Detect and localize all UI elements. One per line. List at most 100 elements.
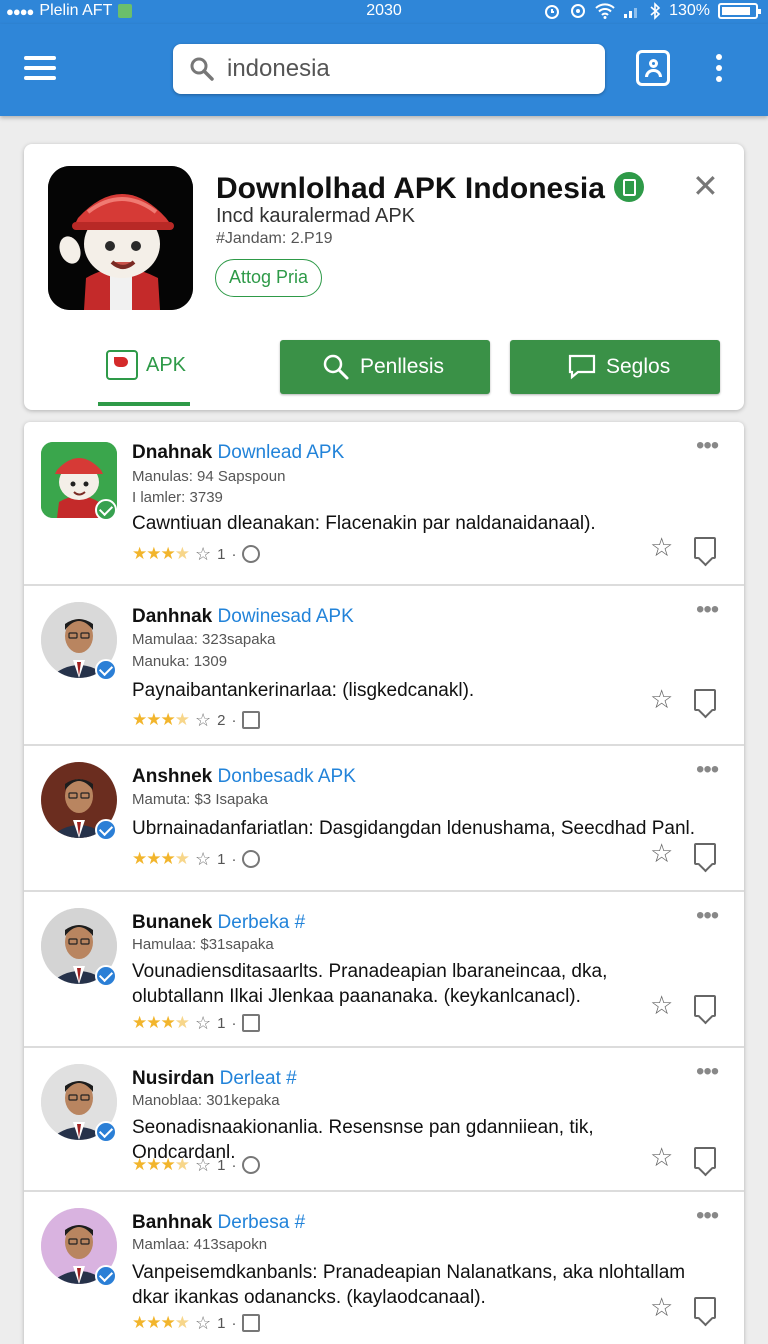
list-item[interactable]: Bunanek Derbeka # Hamulaa: $31sapaka Vouna…	[24, 892, 744, 1048]
magnifier-icon	[323, 354, 349, 380]
image-icon[interactable]	[242, 1314, 261, 1332]
item-meta: Manulas: 94 Sapspoun	[132, 468, 286, 485]
star-outline-icon[interactable]: ☆	[195, 1013, 211, 1034]
status-bar: ●●●● Plelin AFT 2030 130%	[0, 0, 768, 24]
item-stats: ★★★★ ☆ 1 ·	[132, 848, 261, 870]
category-chip[interactable]: Attog Pria	[215, 259, 323, 297]
favorite-icon[interactable]: ☆	[650, 1294, 673, 1320]
rating-stars-icon: ★★★★	[132, 1313, 190, 1332]
overflow-menu-icon[interactable]	[716, 54, 726, 87]
item-title: Nusirdan Derleat #	[132, 1068, 297, 1090]
bookmark-icon[interactable]	[694, 995, 716, 1017]
author-name[interactable]: Danhnak	[132, 606, 212, 627]
star-outline-icon[interactable]: ☆	[195, 849, 211, 870]
favorite-icon[interactable]: ☆	[650, 840, 673, 866]
item-title: Bunanek Derbeka #	[132, 912, 305, 934]
item-meta-secondary: Manuka: 1309	[132, 653, 228, 670]
list-item[interactable]: Nusirdan Derleat # Manoblaa: 301kepaka Seo…	[24, 1048, 744, 1192]
separator-dot: ·	[231, 1314, 237, 1332]
bookmark-icon[interactable]	[694, 1147, 716, 1169]
list-item[interactable]: Banhnak Derbesa # Mamlaa: 413sapokn Vanpei…	[24, 1192, 744, 1344]
favorite-icon[interactable]: ☆	[650, 992, 673, 1018]
item-link[interactable]: Donbesadk APK	[218, 766, 356, 787]
bookmark-icon[interactable]	[694, 689, 716, 711]
author-name[interactable]: Nusirdan	[132, 1068, 214, 1089]
battery-percent: 130%	[669, 2, 710, 19]
menu-icon[interactable]	[24, 56, 56, 80]
search-input[interactable]	[227, 55, 587, 83]
item-title: Banhnak Derbesa #	[132, 1212, 305, 1234]
item-title: Danhnak Dowinesad APK	[132, 606, 354, 628]
item-link[interactable]: Derleat #	[220, 1068, 297, 1089]
item-description: Cawntiuan dleanakan: Flacenakin par nald…	[132, 513, 596, 534]
favorite-icon[interactable]: ☆	[650, 534, 673, 560]
app-header-card: Downlolhad APK Indonesia ✕ Incd kauraler…	[24, 144, 744, 410]
item-stats: ★★★★ ☆ 2 ·	[132, 709, 261, 731]
tab-apk[interactable]: APK	[98, 340, 192, 408]
item-stats: ★★★★ ☆ 1 ·	[132, 543, 261, 565]
verified-check-icon	[95, 659, 117, 681]
item-description: Vounadiensditasaarlts. Pranadeapian lbar…	[132, 961, 608, 1007]
item-description: Paynaibantankerinarlaa: (lisgkedcanakl).	[132, 680, 475, 701]
list-item[interactable]: Anshnek Donbesadk APK Mamuta: $3 Isapaka U…	[24, 746, 744, 892]
search-button[interactable]: Penllesis	[280, 340, 490, 394]
author-name[interactable]: Dnahnak	[132, 442, 212, 463]
star-outline-icon[interactable]: ☆	[195, 1313, 211, 1334]
item-link[interactable]: Derbeka #	[218, 912, 306, 933]
wifi-icon	[595, 3, 615, 19]
close-icon[interactable]: ✕	[692, 170, 719, 202]
active-tab-indicator	[98, 402, 190, 406]
item-stats: ★★★★ ☆ 1 ·	[132, 1154, 261, 1176]
verified-check-icon	[95, 965, 117, 987]
image-icon[interactable]	[242, 1014, 261, 1032]
more-options-icon[interactable]: •••	[696, 434, 719, 458]
tab-apk-label: APK	[146, 354, 187, 376]
account-icon[interactable]	[636, 50, 670, 86]
share-icon[interactable]	[694, 1297, 716, 1319]
app-meta: #Jandam: 2.P19	[216, 230, 333, 247]
chat-button[interactable]: Seglos	[510, 340, 720, 394]
more-options-icon[interactable]: •••	[696, 598, 719, 622]
separator-dot: ·	[231, 1156, 237, 1174]
more-options-icon[interactable]: •••	[696, 904, 719, 928]
item-link[interactable]: Derbesa #	[218, 1212, 306, 1233]
author-name[interactable]: Anshnek	[132, 766, 212, 787]
star-count: 2	[217, 711, 226, 729]
star-count: 1	[217, 1314, 226, 1332]
chat-button-label: Seglos	[606, 355, 671, 378]
bookmark-icon[interactable]	[694, 843, 716, 865]
app-icon	[48, 166, 193, 310]
list-item[interactable]: Dnahnak Downlead APK Manulas: 94 Sapspoun…	[24, 422, 744, 586]
at-icon[interactable]	[242, 850, 261, 868]
bookmark-icon[interactable]	[694, 537, 716, 559]
verified-check-icon	[95, 1265, 117, 1287]
more-options-icon[interactable]: •••	[696, 1060, 719, 1084]
star-outline-icon[interactable]: ☆	[195, 710, 211, 731]
at-icon[interactable]	[242, 545, 261, 563]
more-options-icon[interactable]: •••	[696, 1204, 719, 1228]
star-outline-icon[interactable]: ☆	[195, 544, 211, 565]
app-title: Downlolhad APK Indonesia	[216, 172, 605, 205]
more-options-icon[interactable]: •••	[696, 758, 719, 782]
alarm-icon	[545, 5, 560, 19]
author-name[interactable]: Banhnak	[132, 1212, 212, 1233]
at-icon[interactable]	[242, 1156, 261, 1174]
item-description: Vanpeisemdkanbanls: Pranadeapian Nalanat…	[132, 1262, 686, 1308]
favorite-icon[interactable]: ☆	[650, 686, 673, 712]
item-stats: ★★★★ ☆ 1 ·	[132, 1312, 261, 1334]
item-link[interactable]: Dowinesad APK	[218, 606, 354, 627]
rating-stars-icon: ★★★★	[132, 710, 190, 729]
sync-icon	[571, 4, 586, 18]
star-outline-icon[interactable]: ☆	[195, 1155, 211, 1176]
star-count: 1	[217, 850, 226, 868]
list-item[interactable]: Danhnak Dowinesad APK Mamulaa: 323sapaka M…	[24, 586, 744, 746]
author-name[interactable]: Bunanek	[132, 912, 212, 933]
search-bar[interactable]	[173, 44, 605, 94]
separator-dot: ·	[231, 711, 237, 729]
verified-check-icon	[95, 819, 117, 841]
item-link[interactable]: Downlead APK	[218, 442, 345, 463]
favorite-icon[interactable]: ☆	[650, 1144, 673, 1170]
chat-icon	[568, 354, 596, 380]
rating-stars-icon: ★★★★	[132, 544, 190, 563]
image-icon[interactable]	[242, 711, 261, 729]
